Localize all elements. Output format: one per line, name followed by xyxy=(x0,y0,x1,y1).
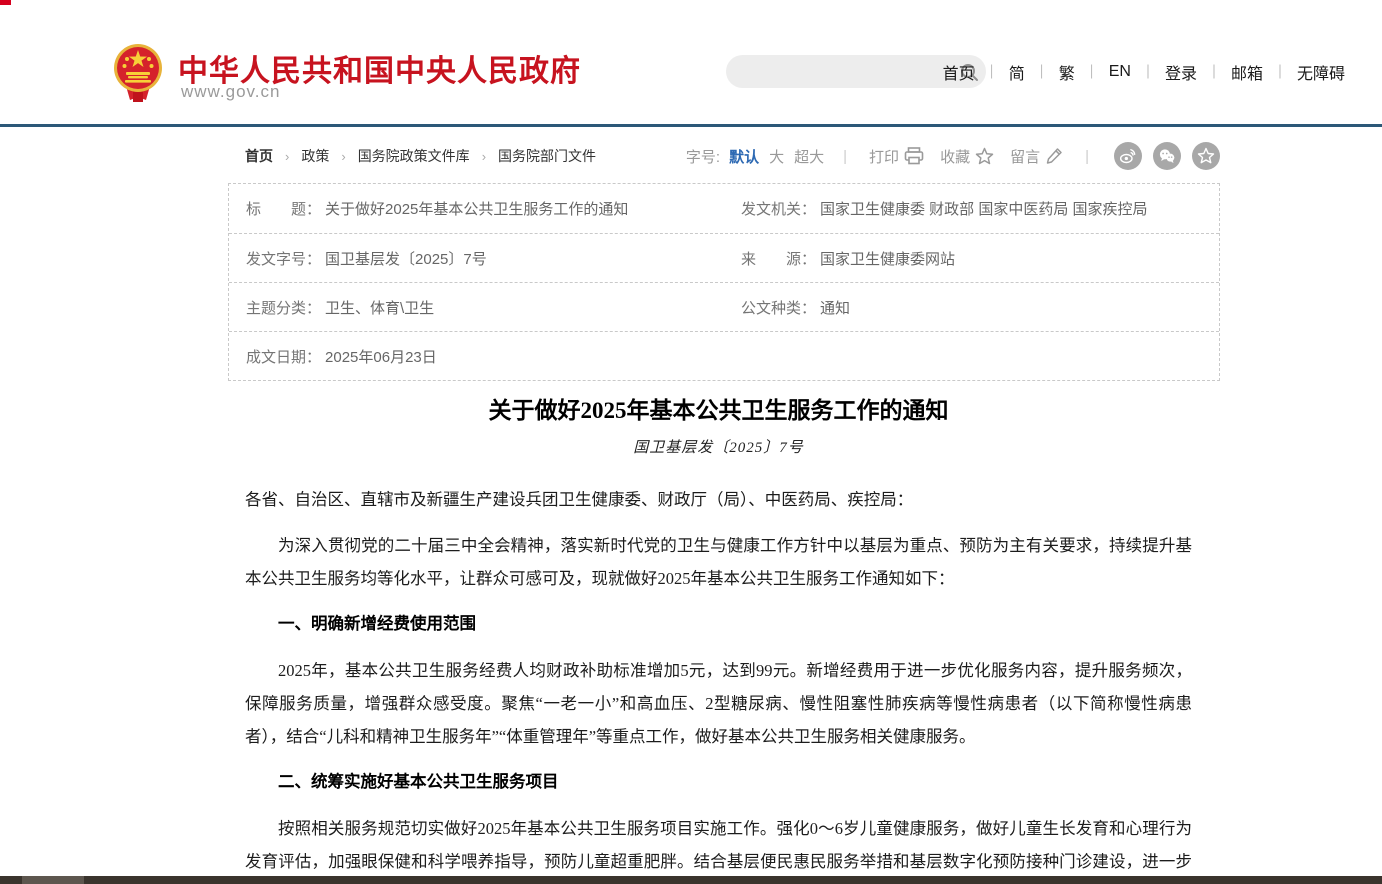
comment-label: 留言 xyxy=(1010,146,1040,167)
corner-mark xyxy=(0,0,11,5)
meta-row: 成文日期： 2025年06月23日 xyxy=(229,331,1219,380)
meta-source-cell: 来 源： 国家卫生健康委网站 xyxy=(724,234,1219,282)
document-content: 关于做好2025年基本公共卫生服务工作的通知 国卫基层发〔2025〕7号 各省、… xyxy=(228,396,1220,884)
nav-separator: ｜ xyxy=(1207,62,1221,82)
site-url: www.gov.cn xyxy=(181,82,280,102)
nav-separator: ｜ xyxy=(1273,62,1287,82)
meta-category-cell: 主题分类： 卫生、体育\卫生 xyxy=(229,283,724,331)
nav-separator: ｜ xyxy=(1085,62,1099,82)
meta-value: 国家卫生健康委网站 xyxy=(820,248,955,269)
nav-separator: ｜ xyxy=(1035,62,1049,82)
breadcrumb: 首页 › 政策 › 国务院政策文件库 › 国务院部门文件 xyxy=(245,146,596,166)
nav-accessibility[interactable]: 无障碍 xyxy=(1297,60,1345,84)
paragraph-section-2: 按照相关服务规范切实做好2025年基本公共卫生服务项目实施工作。强化0～6岁儿童… xyxy=(245,812,1192,884)
meta-label: 来 源： xyxy=(741,248,816,269)
top-nav: 首页 ｜ 简 ｜ 繁 ｜ EN ｜ 登录 ｜ 邮箱 ｜ 无障碍 xyxy=(943,60,1345,84)
chevron-right-icon: › xyxy=(482,149,486,164)
meta-label: 成文日期： xyxy=(246,346,321,367)
national-emblem-icon xyxy=(112,42,164,104)
document-meta-table: 标 题： 关于做好2025年基本公共卫生服务工作的通知 发文机关： 国家卫生健康… xyxy=(228,183,1220,381)
meta-label: 发文机关： xyxy=(741,198,816,219)
nav-home[interactable]: 首页 xyxy=(943,60,975,84)
qzone-share-icon[interactable] xyxy=(1192,142,1220,170)
breadcrumb-department-docs[interactable]: 国务院部门文件 xyxy=(498,146,596,166)
meta-issuing-agency-cell: 发文机关： 国家卫生健康委 财政部 国家中医药局 国家疾控局 xyxy=(724,184,1219,233)
nav-login[interactable]: 登录 xyxy=(1165,60,1197,84)
meta-label: 主题分类： xyxy=(246,297,321,318)
nav-simplified[interactable]: 简 xyxy=(1009,60,1025,84)
meta-label: 发文字号： xyxy=(246,248,321,269)
favorite-button[interactable]: 收藏 xyxy=(940,146,994,167)
bottom-bar xyxy=(0,876,1382,884)
meta-row: 标 题： 关于做好2025年基本公共卫生服务工作的通知 发文机关： 国家卫生健康… xyxy=(229,184,1219,233)
nav-separator: ｜ xyxy=(985,62,999,82)
meta-value: 2025年06月23日 xyxy=(325,346,437,367)
section-heading-2: 二、统筹实施好基本公共卫生服务项目 xyxy=(245,766,1192,799)
document-title: 关于做好2025年基本公共卫生服务工作的通知 xyxy=(245,396,1192,426)
meta-empty-cell xyxy=(724,332,1219,380)
favorite-label: 收藏 xyxy=(940,146,970,167)
weibo-share-icon[interactable] xyxy=(1114,142,1142,170)
fontsize-xlarge-button[interactable]: 超大 xyxy=(794,146,824,167)
meta-value: 关于做好2025年基本公共卫生服务工作的通知 xyxy=(325,198,628,219)
print-button[interactable]: 打印 xyxy=(869,146,924,167)
meta-row: 主题分类： 卫生、体育\卫生 公文种类： 通知 xyxy=(229,282,1219,331)
breadcrumb-policy-library[interactable]: 国务院政策文件库 xyxy=(358,146,470,166)
meta-row: 发文字号： 国卫基层发〔2025〕7号 来 源： 国家卫生健康委网站 xyxy=(229,233,1219,282)
document-number: 国卫基层发〔2025〕7号 xyxy=(245,436,1192,457)
document-body: 各省、自治区、直辖市及新疆生产建设兵团卫生健康委、财政厅（局）、中医药局、疾控局… xyxy=(245,483,1192,884)
nav-separator: ｜ xyxy=(1141,62,1155,82)
paragraph-intro: 为深入贯彻党的二十届三中全会精神，落实新时代党的卫生与健康工作方针中以基层为重点… xyxy=(245,529,1192,595)
breadcrumb-toolbar-row: 首页 › 政策 › 国务院政策文件库 › 国务院部门文件 字号: 默认 大 超大… xyxy=(228,141,1220,171)
fontsize-default-button[interactable]: 默认 xyxy=(729,146,759,167)
site-header: 中华人民共和国中央人民政府 www.gov.cn 首页｜ 简｜ 繁｜ EN｜ 登… xyxy=(0,0,1382,124)
nav-traditional[interactable]: 繁 xyxy=(1059,60,1075,84)
pencil-icon xyxy=(1045,147,1063,165)
paragraph-salutation: 各省、自治区、直辖市及新疆生产建设兵团卫生健康委、财政厅（局）、中医药局、疾控局… xyxy=(245,483,1192,516)
paragraph-section-1: 2025年，基本公共卫生服务经费人均财政补助标准增加5元，达到99元。新增经费用… xyxy=(245,654,1192,753)
page-toolbar: 字号: 默认 大 超大 | 打印 收藏 留言 | xyxy=(686,142,1220,170)
nav-mail[interactable]: 邮箱 xyxy=(1231,60,1263,84)
star-icon xyxy=(975,147,994,165)
header-divider xyxy=(0,124,1382,127)
nav-english[interactable]: EN xyxy=(1109,63,1131,81)
meta-label: 公文种类： xyxy=(741,297,816,318)
meta-date-cell: 成文日期： 2025年06月23日 xyxy=(229,332,724,380)
toolbar-separator: | xyxy=(843,148,847,165)
meta-value: 国家卫生健康委 财政部 国家中医药局 国家疾控局 xyxy=(820,198,1148,219)
meta-doc-number-cell: 发文字号： 国卫基层发〔2025〕7号 xyxy=(229,234,724,282)
toolbar-separator: | xyxy=(1085,148,1089,165)
wechat-share-icon[interactable] xyxy=(1153,142,1181,170)
meta-value: 卫生、体育\卫生 xyxy=(325,297,434,318)
meta-value: 国卫基层发〔2025〕7号 xyxy=(325,248,487,269)
chevron-right-icon: › xyxy=(341,149,345,164)
section-heading-1: 一、明确新增经费使用范围 xyxy=(245,608,1192,641)
chevron-right-icon: › xyxy=(285,149,289,164)
meta-doc-type-cell: 公文种类： 通知 xyxy=(724,283,1219,331)
meta-label: 标 题： xyxy=(246,198,321,219)
meta-title-cell: 标 题： 关于做好2025年基本公共卫生服务工作的通知 xyxy=(229,184,724,233)
comment-button[interactable]: 留言 xyxy=(1010,146,1063,167)
breadcrumb-home[interactable]: 首页 xyxy=(245,146,273,166)
fontsize-label: 字号: xyxy=(686,146,720,167)
bottom-bar-segment xyxy=(22,876,84,884)
print-label: 打印 xyxy=(869,146,899,167)
fontsize-large-button[interactable]: 大 xyxy=(769,146,784,167)
search-input[interactable] xyxy=(726,55,952,88)
meta-value: 通知 xyxy=(820,297,850,318)
printer-icon xyxy=(904,147,924,165)
breadcrumb-policy[interactable]: 政策 xyxy=(301,146,329,166)
